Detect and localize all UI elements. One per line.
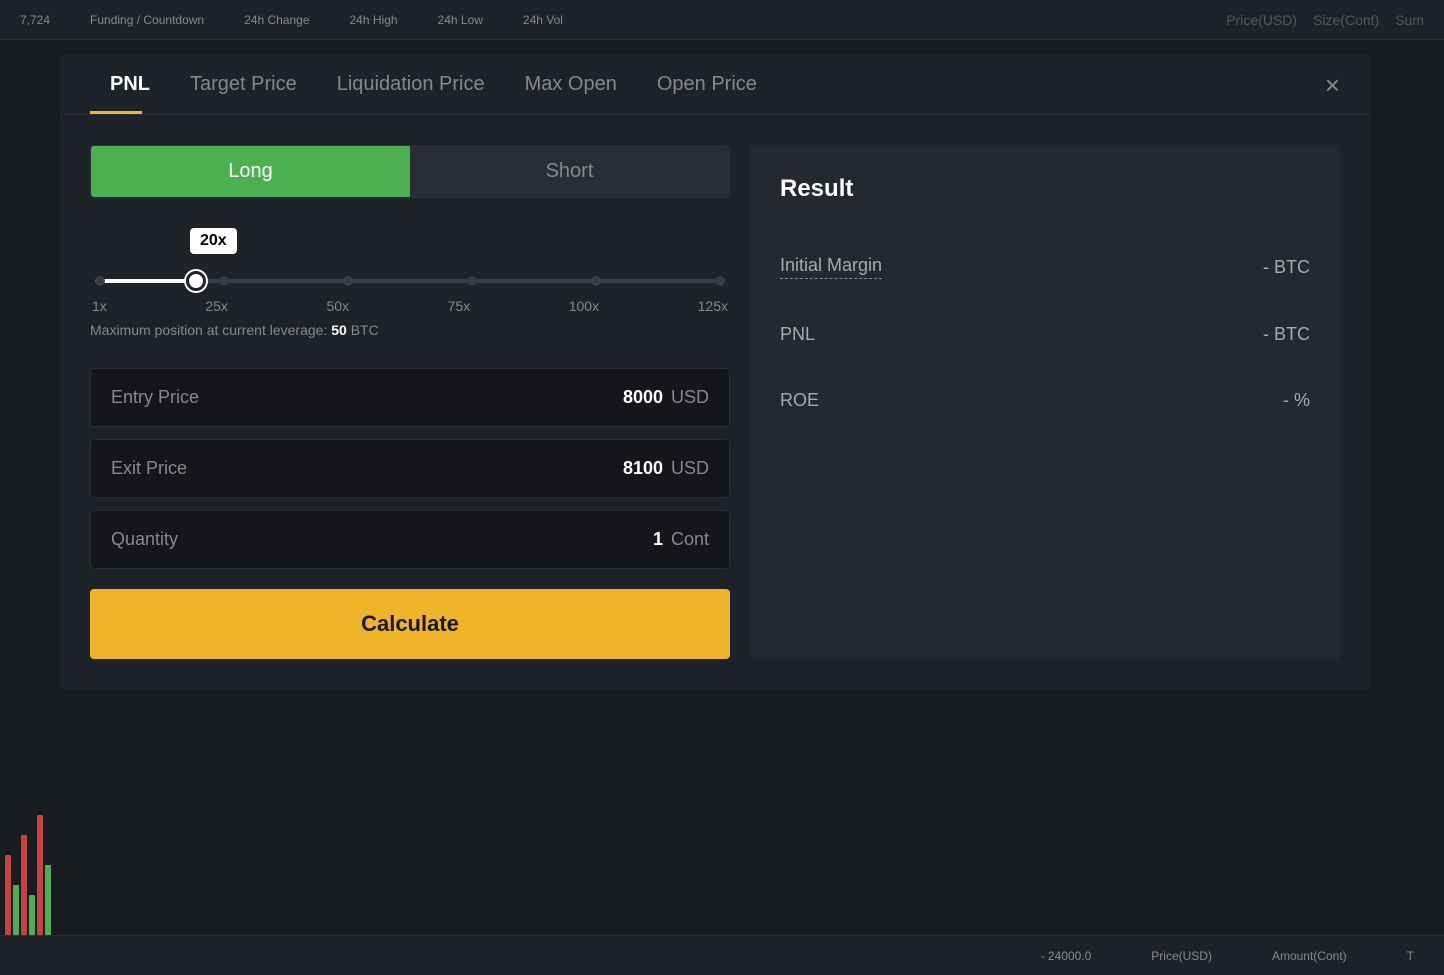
top-bar: 7,724 Funding / Countdown 24h Change 24h… — [0, 0, 1444, 40]
short-button[interactable]: Short — [410, 146, 729, 197]
top-bar-funding: Funding / Countdown — [90, 13, 204, 27]
tab-liquidation-price[interactable]: Liquidation Price — [317, 55, 505, 114]
entry-price-unit: USD — [671, 387, 709, 408]
tabs-container: PNL Target Price Liquidation Price Max O… — [60, 55, 1370, 115]
slider-label-50x: 50x — [326, 298, 349, 314]
pnl-label: PNL — [780, 324, 815, 345]
exit-price-value-group: 8100 USD — [623, 458, 709, 479]
top-bar-price: 7,724 — [20, 13, 50, 27]
long-short-toggle: Long Short — [90, 145, 730, 198]
entry-price-value-group: 8000 USD — [623, 387, 709, 408]
calculator-modal: PNL Target Price Liquidation Price Max O… — [60, 55, 1370, 689]
top-bar-low: 24h Low — [438, 13, 483, 27]
slider-dot-1 — [95, 276, 105, 286]
leverage-tooltip: 20x — [190, 228, 237, 254]
slider-label-100x: 100x — [569, 298, 599, 314]
slider-label-75x: 75x — [448, 298, 471, 314]
slider-label-25x: 25x — [205, 298, 228, 314]
quantity-value: 1 — [653, 529, 663, 550]
slider-label-1x: 1x — [92, 298, 107, 314]
bottom-bar-price-neg: - 24000.0 — [1041, 949, 1092, 963]
exit-price-label: Exit Price — [111, 458, 187, 479]
entry-price-value: 8000 — [623, 387, 663, 408]
quantity-unit: Cont — [671, 529, 709, 550]
initial-margin-label: Initial Margin — [780, 255, 882, 279]
bottom-bar-price-usd: Price(USD) — [1151, 949, 1212, 963]
slider-dot-4 — [467, 276, 477, 286]
pnl-value: - BTC — [1263, 324, 1310, 345]
chart-candles — [0, 735, 60, 935]
input-group: Entry Price 8000 USD Exit Price 8100 USD… — [90, 368, 730, 569]
roe-label: ROE — [780, 390, 819, 411]
slider-dot-3 — [343, 276, 353, 286]
result-title: Result — [780, 175, 1310, 203]
initial-margin-value: - BTC — [1263, 257, 1310, 278]
top-bar-vol: 24h Vol — [523, 13, 563, 27]
quantity-label: Quantity — [111, 529, 178, 550]
column-header-sum: Sum — [1395, 12, 1424, 28]
tab-open-price[interactable]: Open Price — [637, 55, 777, 114]
exit-price-value: 8100 — [623, 458, 663, 479]
leverage-area: 20x — [90, 218, 730, 348]
tab-max-open[interactable]: Max Open — [505, 55, 637, 114]
slider-thumb[interactable] — [186, 271, 206, 291]
tab-pnl[interactable]: PNL — [90, 55, 170, 114]
close-button[interactable]: × — [1325, 72, 1340, 98]
top-bar-change: 24h Change — [244, 13, 309, 27]
slider-labels: 1x 25x 50x 75x 100x 125x — [90, 298, 730, 314]
column-header-price: Price(USD) — [1226, 12, 1297, 28]
bottom-bar: - 24000.0 Price(USD) Amount(Cont) T — [0, 935, 1444, 975]
entry-price-label: Entry Price — [111, 387, 199, 408]
bottom-bar-amount: Amount(Cont) — [1272, 949, 1347, 963]
left-panel: Long Short 20x — [90, 145, 730, 659]
result-row-pnl: PNL - BTC — [780, 302, 1310, 368]
slider-dot-6 — [715, 276, 725, 286]
entry-price-field[interactable]: Entry Price 8000 USD — [90, 368, 730, 427]
long-button[interactable]: Long — [91, 146, 410, 197]
exit-price-unit: USD — [671, 458, 709, 479]
slider-dot-5 — [591, 276, 601, 286]
roe-value: - % — [1283, 390, 1310, 411]
slider-container — [90, 279, 730, 283]
result-row-roe: ROE - % — [780, 368, 1310, 433]
result-panel: Result Initial Margin - BTC PNL - BTC RO… — [750, 145, 1340, 659]
tab-target-price[interactable]: Target Price — [170, 55, 317, 114]
slider-track — [95, 279, 725, 283]
modal-content: Long Short 20x — [60, 115, 1370, 689]
quantity-value-group: 1 Cont — [653, 529, 709, 550]
quantity-field[interactable]: Quantity 1 Cont — [90, 510, 730, 569]
column-header-size: Size(Cont) — [1313, 12, 1379, 28]
calculate-button[interactable]: Calculate — [90, 589, 730, 659]
result-row-initial-margin: Initial Margin - BTC — [780, 233, 1310, 302]
slider-dot-2 — [219, 276, 229, 286]
slider-label-125x: 125x — [698, 298, 728, 314]
max-position-text: Maximum position at current leverage: 50… — [90, 322, 730, 338]
exit-price-field[interactable]: Exit Price 8100 USD — [90, 439, 730, 498]
top-bar-high: 24h High — [350, 13, 398, 27]
bottom-bar-t: T — [1407, 949, 1414, 963]
